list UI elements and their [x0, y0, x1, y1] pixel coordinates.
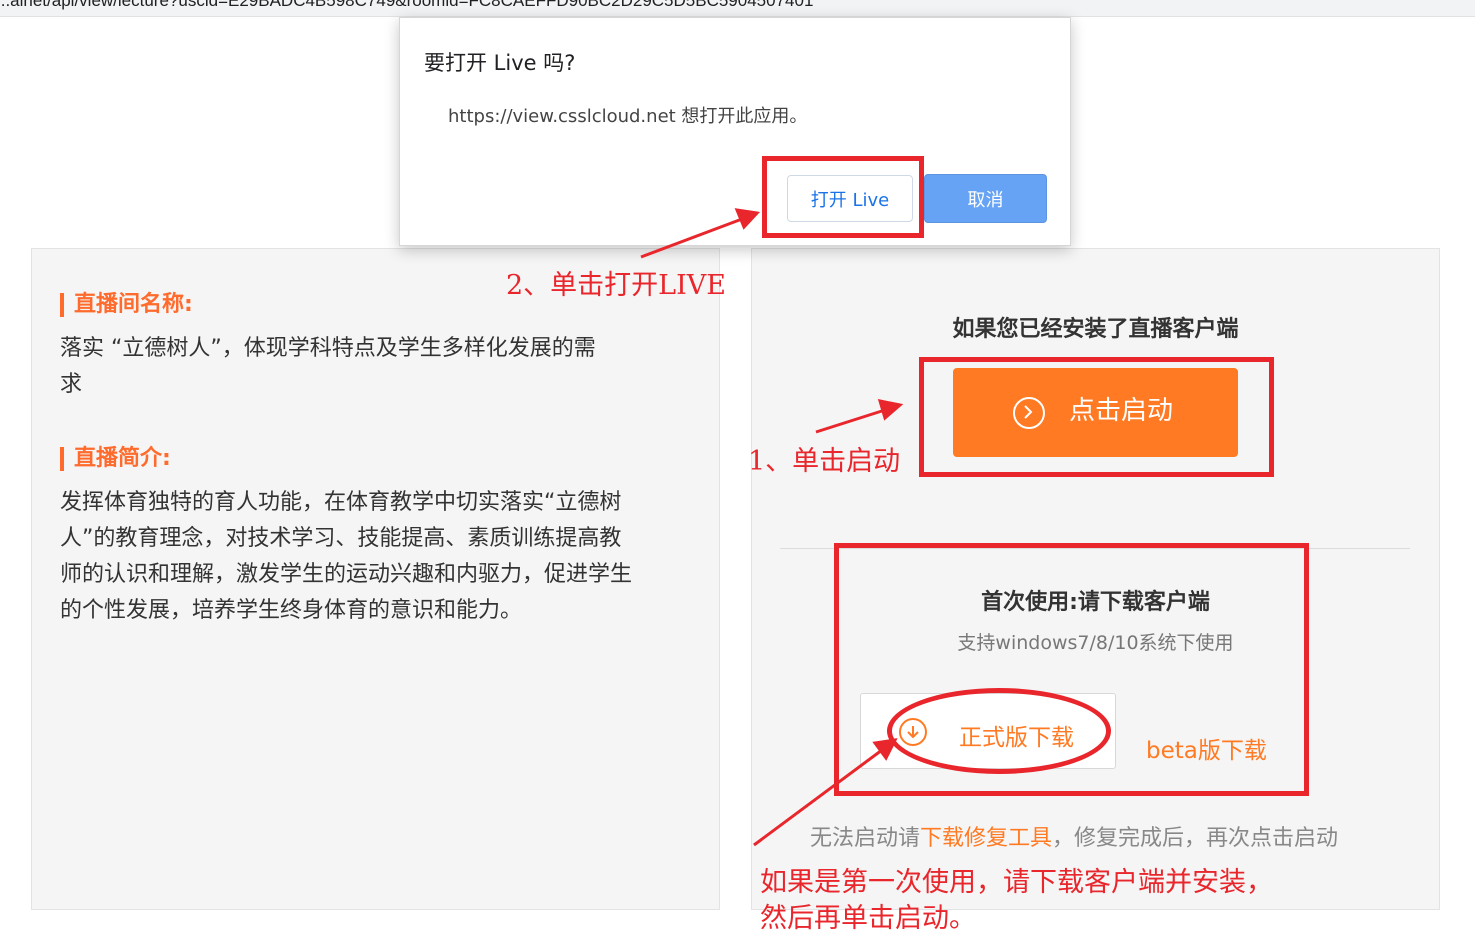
annotation-step-1: 1、单击启动: [748, 446, 901, 477]
annotation-ellipse-download: [887, 688, 1111, 774]
intro-line-4: 的个性发展，培养学生终身体育的意识和能力。: [60, 598, 523, 623]
repair-prefix: 无法启动请: [810, 826, 921, 851]
address-bar-url: ...alnet/api/view/lecture?uscid=E29BADC4…: [0, 0, 814, 10]
intro-line-3: 师的认识和理解，激发学生的运动兴趣和内驱力，促进学生: [60, 562, 633, 587]
room-name-line-2: 求: [60, 372, 83, 397]
repair-tool-line: 无法启动请下载修复工具，修复完成后，再次点击启动: [810, 820, 1338, 852]
repair-suffix: ，修复完成后，再次点击启动: [1052, 826, 1339, 851]
installed-title: 如果您已经安装了直播客户端: [952, 317, 1239, 342]
annotation-note-line-2: 然后再单击启动。: [760, 903, 976, 934]
intro-line-2: 人”的教育理念，对技术学习、技能提高、素质训练提高教: [60, 526, 622, 551]
cancel-button[interactable]: 取消: [924, 174, 1047, 223]
annotation-box-open-live: [762, 156, 924, 238]
dialog-message: https://view.csslcloud.net 想打开此应用。: [448, 106, 808, 127]
intro-line-1: 发挥体育独特的育人功能，在体育教学中切实落实“立德树: [60, 490, 622, 515]
intro-label: 直播简介:: [60, 447, 171, 471]
annotation-step-2: 2、单击打开LIVE: [506, 270, 726, 301]
annotation-box-launch: [919, 357, 1274, 477]
dialog-title: 要打开 Live 吗?: [424, 51, 576, 75]
annotation-note-line-1: 如果是第一次使用，请下载客户端并安装，: [760, 867, 1273, 898]
address-bar[interactable]: ...alnet/api/view/lecture?uscid=E29BADC4…: [0, 0, 1475, 17]
repair-tool-link[interactable]: 下载修复工具: [920, 826, 1052, 851]
room-name-label: 直播间名称:: [60, 293, 193, 317]
room-name-line-1: 落实 “立德树人”，体现学科特点及学生多样化发展的需: [60, 336, 596, 361]
